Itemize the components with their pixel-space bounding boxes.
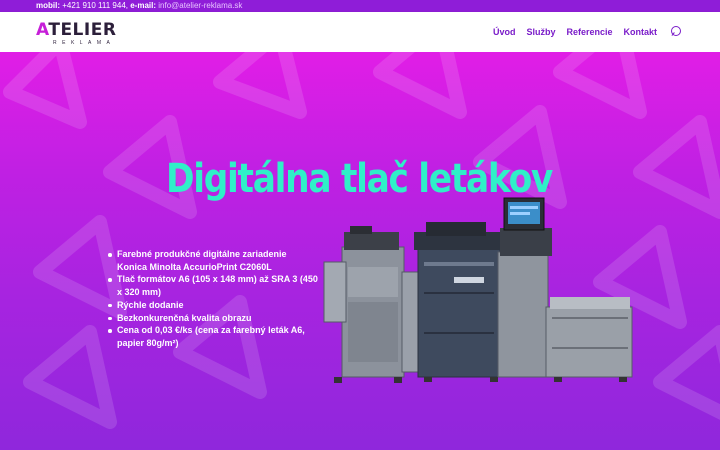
email-label: e-mail: bbox=[130, 1, 157, 10]
list-item: Farebné produkčné digitálne zariadenie K… bbox=[108, 248, 318, 273]
logo-subtitle: REKLAMA bbox=[53, 40, 116, 46]
email-link[interactable]: info@atelier-reklama.sk bbox=[158, 1, 242, 10]
nav-item-kontakt[interactable]: Kontakt bbox=[624, 25, 658, 39]
mobile-number[interactable]: +421 910 111 944, bbox=[62, 1, 128, 10]
nav-item-referencie[interactable]: Referencie bbox=[566, 25, 612, 39]
hero-section: Digitálna tlač letákov Farebné produkčné… bbox=[0, 52, 720, 450]
list-item: Tlač formátov A6 (105 x 148 mm) až SRA 3… bbox=[108, 273, 318, 298]
main-nav: Úvod Služby Referencie Kontakt bbox=[493, 25, 682, 39]
top-contact-bar: mobil: +421 910 111 944, e-mail: info@at… bbox=[0, 0, 720, 12]
nav-item-sluzby[interactable]: Služby bbox=[526, 25, 555, 39]
nav-item-uvod[interactable]: Úvod bbox=[493, 25, 516, 39]
logo-letter: A bbox=[36, 20, 49, 40]
logo-wordmark: ATELIER bbox=[36, 20, 116, 40]
printer-image bbox=[323, 197, 633, 383]
list-item: Cena od 0,03 €/ks (cena za farebný leták… bbox=[108, 324, 318, 349]
mobile-label: mobil: bbox=[36, 1, 60, 10]
logo-text: TELIER bbox=[48, 20, 117, 40]
feature-list: Farebné produkčné digitálne zariadenie K… bbox=[108, 248, 318, 350]
search-icon[interactable] bbox=[670, 25, 682, 39]
list-item: Rýchle dodanie bbox=[108, 299, 318, 312]
site-logo[interactable]: ATELIER REKLAMA bbox=[36, 20, 126, 46]
list-item: Bezkonkurenčná kvalita obrazu bbox=[108, 312, 318, 325]
site-header: ATELIER REKLAMA Úvod Služby Referencie K… bbox=[0, 12, 720, 52]
